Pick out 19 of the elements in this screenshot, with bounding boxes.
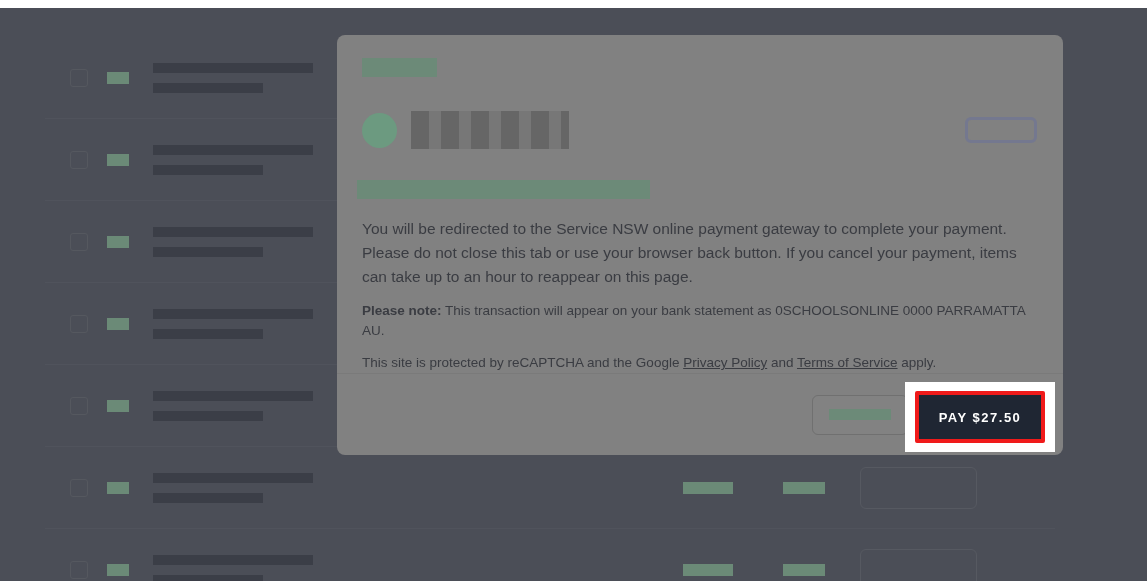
recaptcha-text: This site is protected by reCAPTCHA and the Google Privacy Policy and Terms of Service apply. <box>362 354 938 373</box>
terms-link[interactable]: Terms of Service <box>797 355 898 371</box>
note-text: Please note: This transaction will appear on your bank statement as 0SCHOOLSONLINE 0000 PARRAMATTA AU. <box>362 302 1027 341</box>
redacted-tag <box>107 235 129 248</box>
redacted-tag <box>783 563 825 576</box>
redirect-message: You will be redirected to the Service NSW online payment gateway to complete your payment. Please do not close this tab or use your browser back button. If you cancel your payment, items can take up to an hour to reappear on this page. <box>362 219 1018 288</box>
avatar-circle <box>362 112 397 148</box>
redacted-button[interactable] <box>812 394 908 435</box>
redacted-tag <box>107 563 129 576</box>
redacted-tag <box>107 481 129 494</box>
redacted-tag <box>107 317 129 330</box>
redacted-tag <box>683 563 733 576</box>
redacted-tag <box>107 71 129 84</box>
redacted-tag <box>783 481 825 494</box>
privacy-policy-link[interactable]: Privacy Policy <box>683 355 768 371</box>
redacted-tag <box>107 153 129 166</box>
redacted-tag <box>683 481 733 494</box>
pay-button[interactable]: PAY $27.50 <box>915 391 1045 443</box>
redacted-tag <box>107 399 129 412</box>
